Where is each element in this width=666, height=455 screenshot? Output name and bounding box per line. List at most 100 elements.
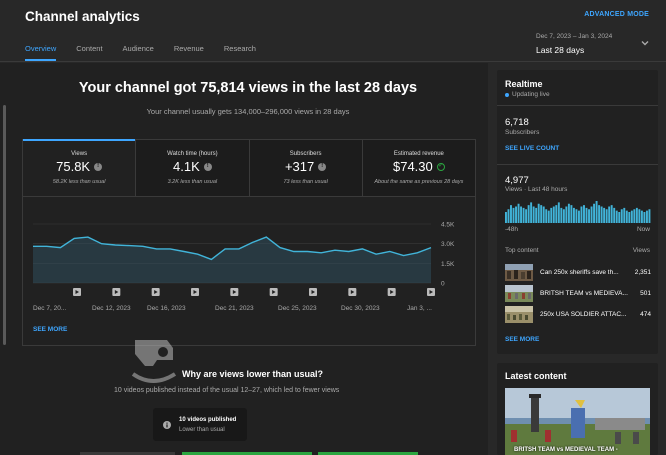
realtime-bar (638, 209, 641, 223)
latest-video-caption: BRITSH TEAM vs MEDIEVAL TEAM - (514, 447, 618, 453)
metric-value: +317 (284, 159, 315, 174)
video-marker (387, 288, 396, 296)
video-marker (309, 288, 317, 296)
realtime-bar (545, 209, 548, 223)
date-range-selector[interactable]: Dec 7, 2023 – Jan 3, 2024 Last 28 days (536, 33, 612, 55)
date-range-dates: Dec 7, 2023 – Jan 3, 2024 (536, 33, 613, 40)
realtime-bar (605, 209, 608, 223)
see-more-link[interactable]: SEE MORE (33, 326, 67, 333)
realtime-bar (580, 206, 583, 223)
below-usual-icon (94, 162, 103, 171)
metric-label: Estimated revenue (393, 151, 444, 157)
tab-revenue[interactable]: Revenue (174, 44, 204, 61)
advanced-mode-button[interactable]: ADVANCED MODE (584, 11, 649, 18)
top-content-item[interactable]: 250x USA SOLDIER ATTAC... 474 (505, 306, 651, 323)
realtime-bar (537, 203, 540, 223)
realtime-bar (598, 205, 601, 223)
realtime-bar (625, 210, 628, 223)
realtime-bar (535, 207, 538, 223)
header: Channel analytics ADVANCED MODE Overview… (0, 0, 666, 62)
video-title: 250x USA SOLDIER ATTAC... (540, 311, 627, 318)
below-usual-icon (318, 162, 327, 171)
realtime-see-more-link[interactable]: SEE MORE (505, 336, 539, 343)
metric-revenue[interactable]: Estimated revenue $74.30 About the same … (362, 140, 475, 196)
realtime-bar (595, 201, 598, 223)
realtime-bar (517, 203, 520, 223)
video-title: BRITSH TEAM vs MEDIEVA... (540, 290, 628, 297)
y-tick-label: 0 (441, 281, 445, 288)
date-range-label: Last 28 days (536, 45, 585, 55)
realtime-bar (542, 206, 545, 223)
realtime-bar (570, 205, 573, 223)
x-tick-label: Jan 3, ... (407, 305, 432, 312)
scrollbar[interactable] (3, 105, 6, 345)
realtime-bar (567, 203, 570, 223)
metric-value: 75.8K (56, 159, 91, 174)
video-views: 501 (640, 290, 651, 297)
metrics-card: Views 75.8K 58.2K less than usual Watch … (22, 139, 476, 346)
metric-note: About the same as previous 28 days (374, 179, 464, 185)
axis-end-label: Now (636, 226, 650, 233)
metric-views[interactable]: Views 75.8K 58.2K less than usual (23, 139, 137, 196)
x-tick-label: Dec 16, 2023 (147, 305, 186, 312)
realtime-bar (635, 207, 638, 223)
chevron-down-icon[interactable] (640, 38, 650, 48)
realtime-bar (640, 210, 643, 223)
tab-research[interactable]: Research (224, 44, 256, 61)
realtime-card: Realtime Updating live 6,718 Subscribers… (497, 70, 658, 354)
realtime-views: 4,977 (505, 175, 529, 186)
y-tick-label: 1.5K (441, 261, 455, 268)
tab-content[interactable]: Content (76, 44, 102, 61)
realtime-bar (530, 202, 533, 223)
metric-value: $74.30 (392, 159, 433, 174)
x-tick-label: Dec 12, 2023 (92, 305, 131, 312)
realtime-bar (505, 212, 507, 223)
videos-published-tip: 10 videos published Lower than usual (153, 408, 247, 441)
top-content-item[interactable]: Can 250x sheriffs save th... 2,351 (505, 264, 651, 281)
realtime-title: Realtime (505, 79, 543, 89)
video-marker (269, 288, 278, 296)
realtime-bar (630, 210, 633, 223)
top-content-item[interactable]: BRITSH TEAM vs MEDIEVA... 501 (505, 285, 651, 302)
metric-watch-time[interactable]: Watch time (hours) 4.1K 3.2K less than u… (136, 140, 250, 196)
realtime-bar (540, 205, 543, 223)
video-marker (191, 288, 199, 296)
tab-audience[interactable]: Audience (123, 44, 154, 61)
axis-start-label: -48h (505, 226, 519, 233)
realtime-bar (590, 206, 593, 223)
realtime-bar (610, 205, 613, 223)
realtime-bar (583, 205, 585, 223)
video-thumbnail (505, 264, 533, 281)
realtime-bar (512, 207, 515, 223)
realtime-bar (623, 207, 626, 223)
realtime-bar (633, 209, 636, 223)
see-live-count-link[interactable]: SEE LIVE COUNT (505, 145, 559, 152)
why-lower-description: 10 videos published instead of the usual… (114, 387, 340, 394)
realtime-bar-chart (505, 201, 651, 223)
y-tick-label: 3.0K (441, 241, 455, 248)
video-title: Can 250x sheriffs save th... (540, 269, 619, 276)
realtime-bar (532, 206, 535, 223)
metric-subscribers[interactable]: Subscribers +317 73 less than usual (249, 140, 363, 196)
subscriber-count: 6,718 (505, 117, 529, 128)
tab-overview[interactable]: Overview (25, 44, 57, 61)
live-status-label: Updating live (512, 91, 550, 98)
realtime-bar (603, 207, 606, 223)
realtime-bar (525, 209, 528, 223)
metric-note: 73 less than usual (283, 179, 328, 185)
views-column-label: Views (632, 247, 650, 254)
realtime-bar (588, 209, 590, 223)
realtime-bar (608, 206, 611, 223)
views-chart: 4.5K 3.0K 1.5K 0 Dec 7, 20... Dec 12, 2023 Dec… (33, 222, 455, 312)
x-tick-label: Dec 21, 2023 (215, 305, 254, 312)
realtime-bar (615, 210, 618, 223)
overview-headline: Your channel got 75,814 views in the las… (78, 80, 418, 96)
metric-label: Watch time (hours) (167, 151, 218, 157)
latest-video-thumbnail[interactable]: BRITSH TEAM vs MEDIEVAL TEAM - (505, 388, 650, 455)
x-tick-label: Dec 7, 20... (33, 305, 66, 312)
video-views: 2,351 (634, 269, 651, 276)
top-content-label: Top content (505, 247, 539, 254)
metric-note: 58.2K less than usual (52, 179, 106, 185)
latest-content-title: Latest content (505, 371, 567, 381)
series-area (33, 237, 431, 283)
